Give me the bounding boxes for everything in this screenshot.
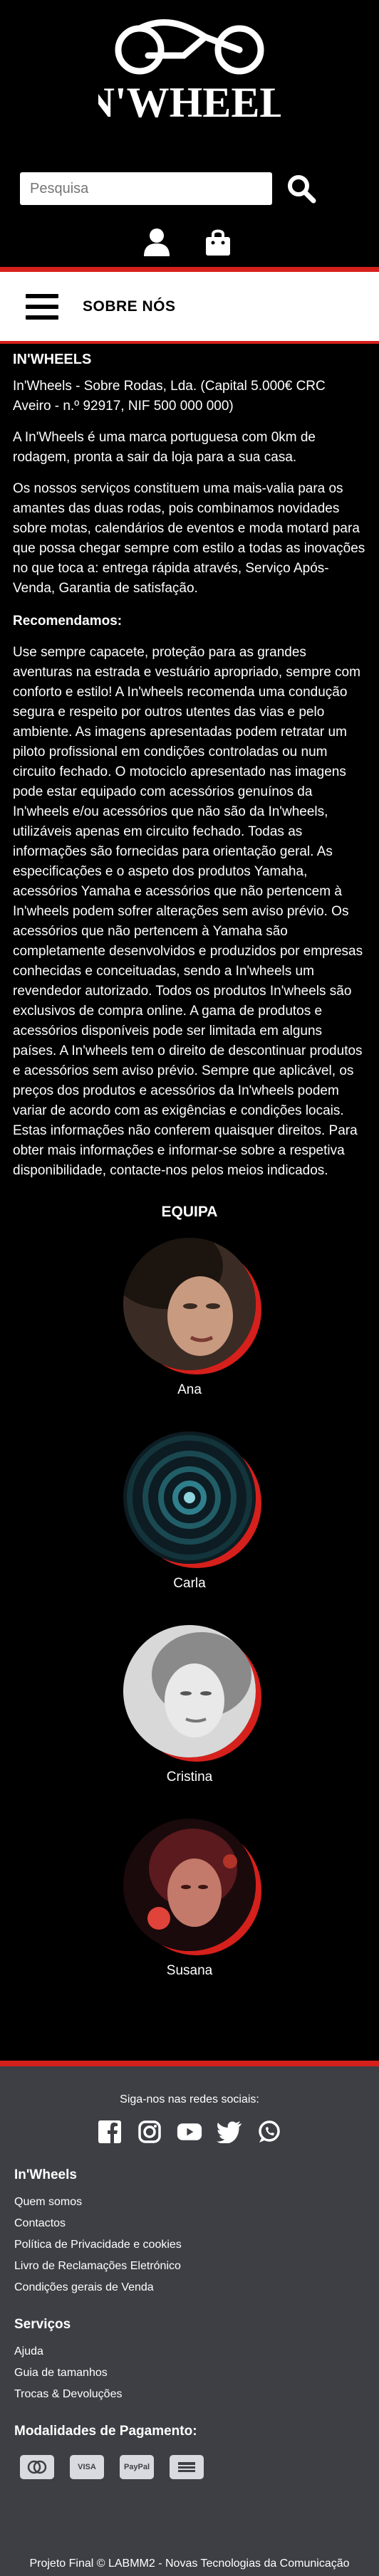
member-photo-ana [123, 1238, 256, 1370]
member-name: Susana [166, 1963, 213, 1978]
multibanco-icon [170, 2455, 204, 2479]
recommendations-text: Use sempre capacete, proteção para as gr… [13, 645, 363, 1178]
services-text: Os nossos serviços constituem uma mais-v… [13, 481, 365, 596]
link-privacidade[interactable]: Política de Privacidade e cookies [14, 2239, 365, 2251]
motorcycle-logo-icon: IN'WHEELS [67, 19, 312, 126]
instagram-icon[interactable] [137, 2119, 162, 2145]
team-member: Susana [13, 1819, 366, 1981]
footer-brand-heading: In'Wheels [14, 2167, 77, 2182]
footer-services-heading: Serviços [14, 2317, 71, 2332]
link-condicoes-venda[interactable]: Condições gerais de Venda [14, 2281, 365, 2294]
member-photo-cristina [123, 1625, 256, 1757]
link-contactos[interactable]: Contactos [14, 2217, 365, 2230]
page-nav: SOBRE NÓS [0, 272, 379, 344]
search-bar [20, 171, 319, 206]
link-quem-somos[interactable]: Quem somos [14, 2196, 365, 2209]
menu-icon[interactable] [26, 293, 58, 320]
site-footer: Siga-nos nas redes sociais: In'Wheels Qu… [0, 2061, 379, 2576]
facebook-icon[interactable] [97, 2119, 123, 2145]
mastercard-icon [20, 2455, 54, 2479]
payment-methods: VISA PayPal [0, 2455, 379, 2479]
site-header: IN'WHEELS [0, 0, 379, 267]
cart-button[interactable] [204, 226, 232, 258]
header-actions [142, 226, 232, 258]
link-guia-tamanhos[interactable]: Guia de tamanhos [14, 2367, 365, 2380]
team-member: Carla [13, 1431, 366, 1594]
header-divider [0, 267, 379, 272]
footer-payment-heading: Modalidades de Pagamento: [14, 2424, 197, 2439]
footer-brand-section: In'Wheels Quem somos Contactos Política … [0, 2167, 379, 2439]
member-name: Cristina [166, 1770, 213, 1784]
avatar [123, 1431, 256, 1564]
team-member: Cristina [13, 1625, 366, 1787]
copyright: Projeto Final © LABMM2 - Novas Tecnologi… [29, 2557, 350, 2570]
brand-logo[interactable]: IN'WHEELS [67, 11, 312, 126]
social-links [0, 2119, 379, 2145]
member-name: Carla [173, 1576, 206, 1591]
recommendations-heading: Recomendamos: [13, 614, 123, 629]
twitter-icon[interactable] [217, 2119, 242, 2145]
member-photo-susana [123, 1819, 256, 1951]
team-title: EQUIPA [161, 1204, 218, 1220]
link-trocas-devolucoes[interactable]: Trocas & Devoluções [14, 2388, 365, 2401]
page-title: SOBRE NÓS [83, 298, 176, 315]
link-ajuda[interactable]: Ajuda [14, 2345, 365, 2358]
about-content: IN'WHEELS In'Wheels - Sobre Rodas, Lda. … [0, 344, 379, 1981]
intro-text: A In'Wheels é uma marca portuguesa com 0… [13, 430, 316, 465]
about-heading: IN'WHEELS [13, 352, 92, 367]
youtube-icon[interactable] [177, 2119, 202, 2145]
paypal-icon: PayPal [120, 2455, 154, 2479]
avatar [123, 1819, 256, 1951]
avatar [123, 1238, 256, 1370]
whatsapp-icon[interactable] [256, 2119, 282, 2145]
search-icon [288, 175, 316, 204]
member-photo-carla [123, 1431, 256, 1564]
team-member: Ana [13, 1238, 366, 1400]
member-name: Ana [177, 1382, 202, 1397]
account-button[interactable] [142, 226, 171, 258]
avatar [123, 1625, 256, 1757]
link-livro-reclamacoes[interactable]: Livro de Reclamações Eletrónico [14, 2260, 365, 2273]
company-info: In'Wheels - Sobre Rodas, Lda. (Capital 5… [13, 379, 326, 414]
visa-icon: VISA [70, 2455, 104, 2479]
search-input[interactable] [20, 172, 272, 205]
logo-text: IN'WHEELS [98, 79, 281, 125]
user-icon [144, 228, 170, 256]
search-button[interactable] [284, 171, 319, 206]
shopping-bag-icon [206, 229, 230, 256]
follow-label: Siga-nos nas redes sociais: [120, 2093, 259, 2106]
